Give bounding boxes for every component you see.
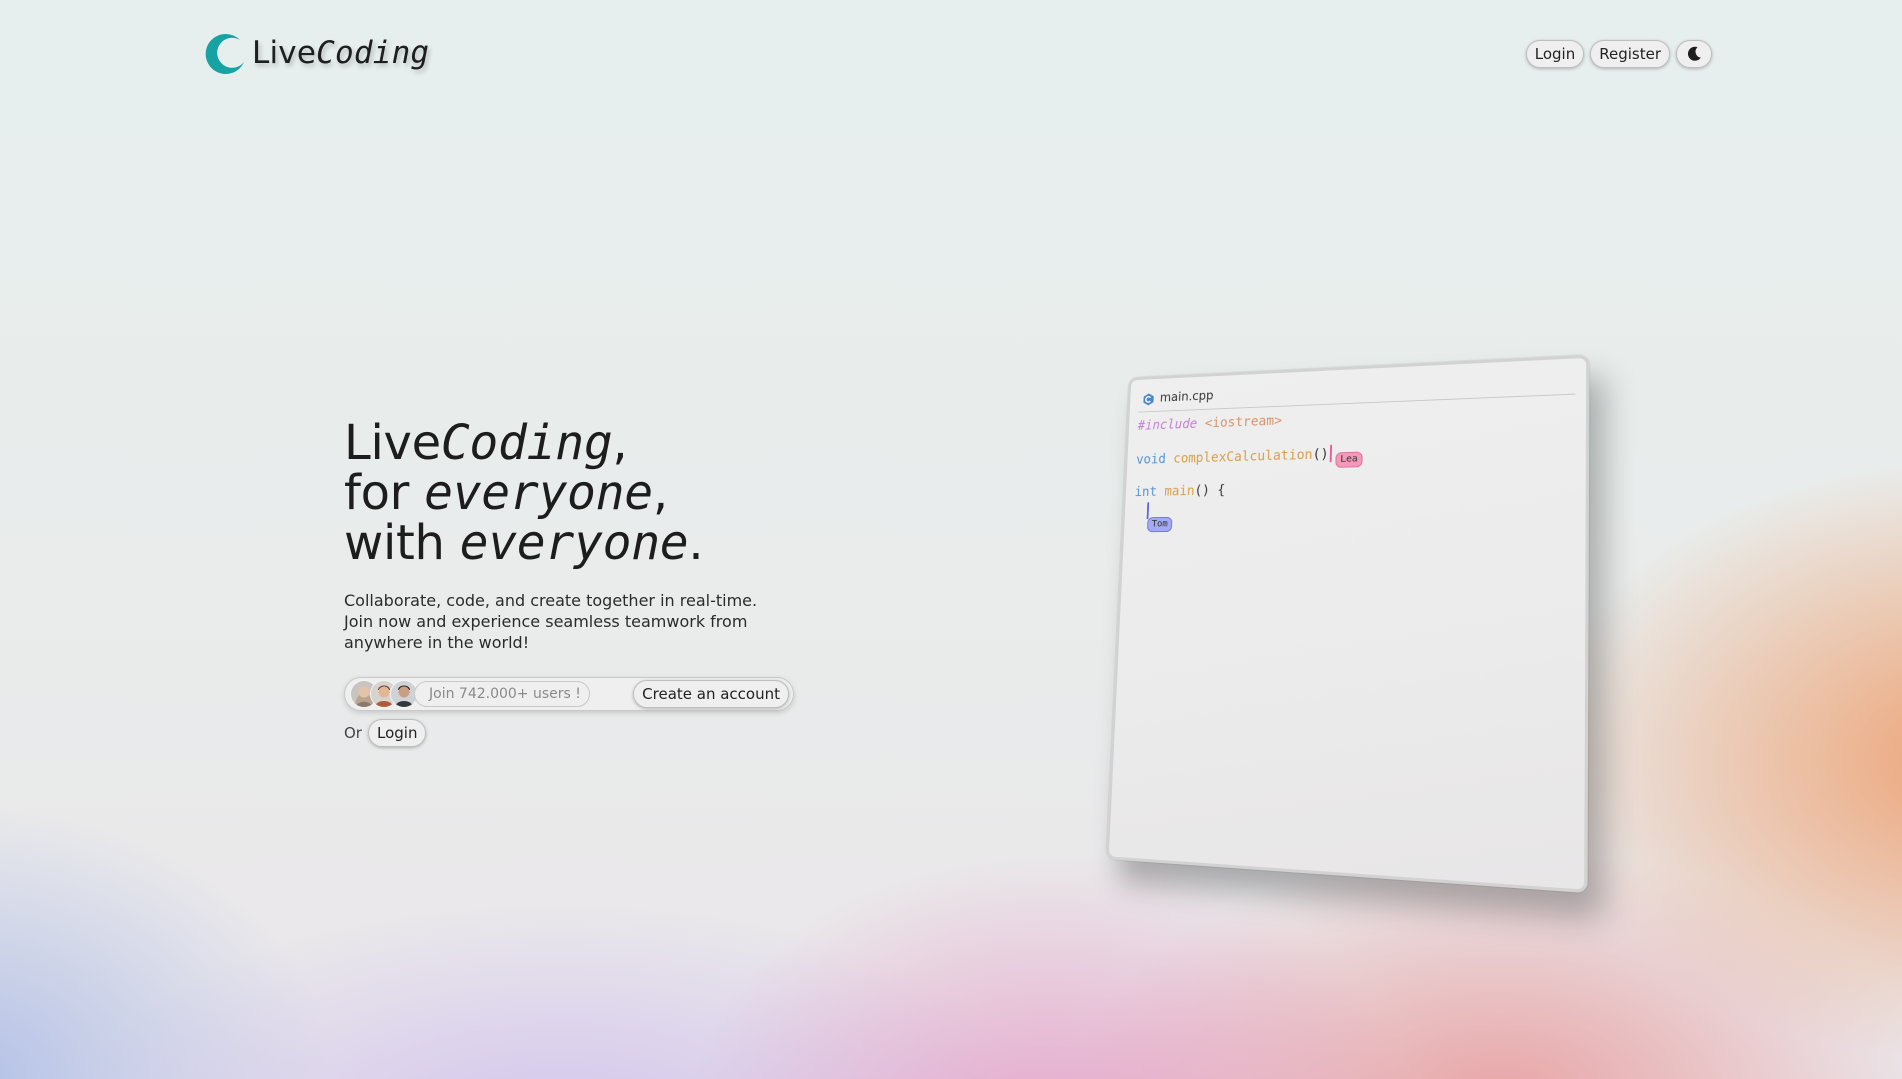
hero-title-line-1: LiveCoding, <box>344 415 628 471</box>
user-avatars <box>350 680 418 708</box>
logo-text: LiveCoding <box>252 35 430 71</box>
create-account-button[interactable]: Create an account <box>633 680 789 708</box>
nav-login-button[interactable]: Login <box>1525 40 1585 68</box>
logo-crescent-icon <box>205 33 244 74</box>
cpp-file-icon <box>1142 392 1154 406</box>
editor-preview: main.cpp #include <iostream> void comple… <box>1100 354 1590 894</box>
code-line-2: void complexCalculation() Lea <box>1136 437 1575 468</box>
hero-title: LiveCoding, for everyone, with everyone. <box>344 418 864 568</box>
code-editor-window: main.cpp #include <iostream> void comple… <box>1105 354 1590 894</box>
alt-login-row: Or Login <box>344 719 864 747</box>
hero-section: LiveCoding, for everyone, with everyone.… <box>344 418 864 747</box>
or-text: Or <box>344 724 362 742</box>
hero-title-line-2: for everyone, <box>344 465 668 521</box>
logo[interactable]: LiveCoding <box>200 28 429 78</box>
nav-register-button[interactable]: Register <box>1590 40 1670 68</box>
top-nav: Login Register <box>1525 40 1712 68</box>
users-count-badge: Join 742.000+ users ! <box>414 681 590 707</box>
hero-title-line-3: with everyone. <box>344 515 704 571</box>
collaborator-cursor-lea <box>1329 444 1332 463</box>
collaborator-tag-tom: Tom <box>1146 516 1173 533</box>
theme-toggle-button[interactable] <box>1676 40 1712 68</box>
hero-login-button[interactable]: Login <box>367 719 427 747</box>
collaborator-tag-lea: Lea <box>1335 451 1363 468</box>
signup-cta-bar: Join 742.000+ users ! Create an account <box>344 677 794 711</box>
moon-icon <box>1687 46 1701 61</box>
code-area[interactable]: #include <iostream> void complexCalculat… <box>1133 395 1575 533</box>
hero-description: Collaborate, code, and create together i… <box>344 591 758 652</box>
collaborator-cursor-tom <box>1146 502 1150 520</box>
editor-tab-filename: main.cpp <box>1159 389 1214 406</box>
